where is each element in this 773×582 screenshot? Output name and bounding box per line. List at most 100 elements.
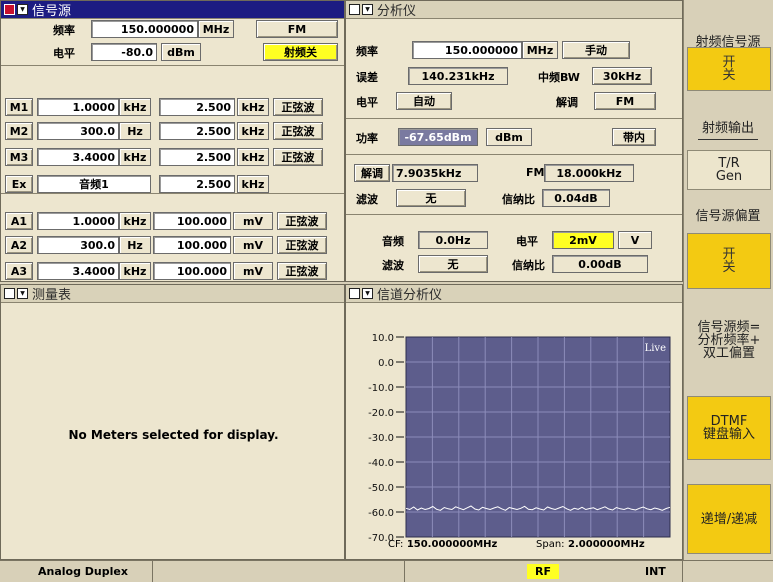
audio-row-3-amp-input[interactable]: 100.000 — [153, 262, 231, 280]
ana-freq-input[interactable]: 150.000000 — [412, 41, 522, 59]
mod-row-2-name-button[interactable]: M2 — [5, 122, 33, 140]
mod-row-2-amp-unit[interactable]: kHz — [237, 122, 269, 140]
cf-label: CF: — [388, 539, 404, 550]
ex-amp-input[interactable]: 2.500 — [159, 175, 235, 193]
mod-row-2-wave-button[interactable]: 正弦波 — [273, 122, 323, 140]
panel-window-icon[interactable] — [349, 288, 360, 299]
panel-window-icon[interactable] — [4, 288, 15, 299]
sig-level-unit[interactable]: dBm — [161, 43, 201, 61]
mod-row-3-freq-input[interactable]: 3.4000 — [37, 148, 119, 166]
ifbw-button[interactable]: 30kHz — [592, 67, 652, 85]
panel-window-icon[interactable] — [349, 4, 360, 15]
analyzer-panel: ▼ 分析仪 频率 150.000000 MHz 手动 误差 140.231kHz… — [345, 0, 683, 282]
channel-analyzer-titlebar[interactable]: ▼ 信道分析仪 — [346, 285, 682, 303]
mod-mode-button[interactable]: FM — [256, 20, 338, 38]
audio-level-value[interactable]: 2mV — [552, 231, 614, 249]
mod-row-1-amp-unit[interactable]: kHz — [237, 98, 269, 116]
freq-link-button[interactable]: 信号源频= 分析频率+ 双工偏置 — [687, 305, 771, 375]
panel-close-icon[interactable] — [4, 4, 15, 15]
no-meters-message: No Meters selected for display. — [68, 428, 279, 442]
demod-button[interactable]: FM — [594, 92, 656, 110]
mod-row-1-freq-input[interactable]: 1.0000 — [37, 98, 119, 116]
dropdown-arrow-icon[interactable]: ▼ — [362, 4, 373, 15]
mod-row-2-amp-input[interactable]: 2.500 — [159, 122, 235, 140]
audio-row-3-name-button[interactable]: A3 — [5, 262, 33, 280]
mod-row-1-name-button[interactable]: M1 — [5, 98, 33, 116]
rf-switch-button[interactable]: 射频关 — [263, 43, 338, 61]
audio-row-1-amp-unit[interactable]: mV — [233, 212, 273, 230]
ex-amp-unit[interactable]: kHz — [237, 175, 269, 193]
signal-source-titlebar[interactable]: ▼ 信号源 — [1, 1, 344, 19]
softkey-rf-source[interactable]: 射频信号源 开 关 — [683, 36, 773, 91]
ex-source-input[interactable]: 音频1 — [37, 175, 151, 193]
demod-meas-button[interactable]: 解调 — [354, 164, 390, 182]
audio-row-2-name-button[interactable]: A2 — [5, 236, 33, 254]
audio-row-3-wave-button[interactable]: 正弦波 — [277, 262, 327, 280]
softkey-rf-output[interactable]: 射频输出 T/R Gen — [683, 122, 773, 190]
mod-row-1-wave-button[interactable]: 正弦波 — [273, 98, 323, 116]
mod-row-3-freq-unit[interactable]: kHz — [119, 148, 151, 166]
analyzer-titlebar[interactable]: ▼ 分析仪 — [346, 1, 682, 19]
demod-meas-value: 7.9035kHz — [392, 164, 478, 182]
filter-button[interactable]: 无 — [396, 189, 466, 207]
softkey-value: 开 关 — [722, 55, 736, 83]
status-empty — [153, 561, 405, 582]
y-tick-label: -40.0 — [368, 458, 394, 469]
status-rf-segment: RF INT — [405, 561, 683, 582]
mod-row-3-name-button[interactable]: M3 — [5, 148, 33, 166]
audio-row-1-name-button[interactable]: A1 — [5, 212, 33, 230]
tune-mode-button[interactable]: 手动 — [562, 41, 630, 59]
audio-row-2-wave-button[interactable]: 正弦波 — [277, 236, 327, 254]
softkey-freq-link[interactable]: 信号源频= 分析频率+ 双工偏置 — [683, 305, 773, 375]
audio-row-1-amp-input[interactable]: 100.000 — [153, 212, 231, 230]
softkey-dtmf[interactable]: DTMF 键盘输入 — [683, 396, 773, 460]
spectrum-chart: 10.00.0-10.0-20.0-30.0-40.0-50.0-60.0-70… — [368, 333, 671, 544]
fm-label: FM — [526, 166, 545, 179]
span-readout: Span: 2.000000MHz — [536, 539, 645, 550]
mod-row-1-amp-input[interactable]: 2.500 — [159, 98, 235, 116]
audio-row-2-amp-input[interactable]: 100.000 — [153, 236, 231, 254]
audio-row-1-freq-unit[interactable]: kHz — [119, 212, 151, 230]
audio-row-3-freq-unit[interactable]: kHz — [119, 262, 151, 280]
rf-source-toggle[interactable]: 开 关 — [687, 47, 771, 91]
mod-row-2-freq-input[interactable]: 300.0 — [37, 122, 119, 140]
mod-row-3-amp-input[interactable]: 2.500 — [159, 148, 235, 166]
mod-row-1-freq-unit[interactable]: kHz — [119, 98, 151, 116]
dropdown-arrow-icon[interactable]: ▼ — [362, 288, 373, 299]
meter-panel: ▼ 测量表 No Meters selected for display. — [0, 284, 345, 560]
rf-output-toggle[interactable]: T/R Gen — [687, 150, 771, 190]
mod-row-3-wave-button[interactable]: 正弦波 — [273, 148, 323, 166]
softkey-step[interactable]: 递增/递减 — [683, 484, 773, 554]
dtmf-button[interactable]: DTMF 键盘输入 — [687, 396, 771, 460]
audio-value: 0.0Hz — [418, 231, 488, 249]
audio-row-3-amp-unit[interactable]: mV — [233, 262, 273, 280]
power-unit[interactable]: dBm — [486, 128, 532, 146]
cf-readout: CF: 150.000000MHz — [388, 539, 497, 550]
audio-row-2-amp-unit[interactable]: mV — [233, 236, 273, 254]
audio-row-1-wave-button[interactable]: 正弦波 — [277, 212, 327, 230]
ana-level-button[interactable]: 自动 — [396, 92, 452, 110]
ifbw-label: 中频BW — [538, 71, 580, 84]
mod-row-3-amp-unit[interactable]: kHz — [237, 148, 269, 166]
sig-freq-unit[interactable]: MHz — [198, 20, 234, 38]
fm-value: 18.000kHz — [544, 164, 634, 182]
dropdown-arrow-icon[interactable]: ▼ — [17, 4, 28, 15]
mod-row-2-freq-unit[interactable]: Hz — [119, 122, 151, 140]
audio-row-2-freq-unit[interactable]: Hz — [119, 236, 151, 254]
audio-row-3-freq-input[interactable]: 3.4000 — [37, 262, 119, 280]
sig-level-input[interactable]: -80.0 — [91, 43, 157, 61]
softkey-source-offset[interactable]: 信号源偏置 开 关 — [683, 210, 773, 289]
ana-freq-unit[interactable]: MHz — [522, 41, 558, 59]
source-offset-toggle[interactable]: 开 关 — [687, 233, 771, 289]
y-tick-label: -10.0 — [368, 383, 394, 394]
step-button[interactable]: 递增/递减 — [687, 484, 771, 554]
sig-freq-input[interactable]: 150.000000 — [91, 20, 198, 38]
audio-row-2-freq-input[interactable]: 300.0 — [37, 236, 119, 254]
dropdown-arrow-icon[interactable]: ▼ — [17, 288, 28, 299]
audio-row-1-freq-input[interactable]: 1.0000 — [37, 212, 119, 230]
ex-name-button[interactable]: Ex — [5, 175, 33, 193]
meter-titlebar[interactable]: ▼ 测量表 — [1, 285, 344, 303]
audio-filter-button[interactable]: 无 — [418, 255, 488, 273]
inband-button[interactable]: 带内 — [612, 128, 656, 146]
audio-level-unit[interactable]: V — [618, 231, 652, 249]
